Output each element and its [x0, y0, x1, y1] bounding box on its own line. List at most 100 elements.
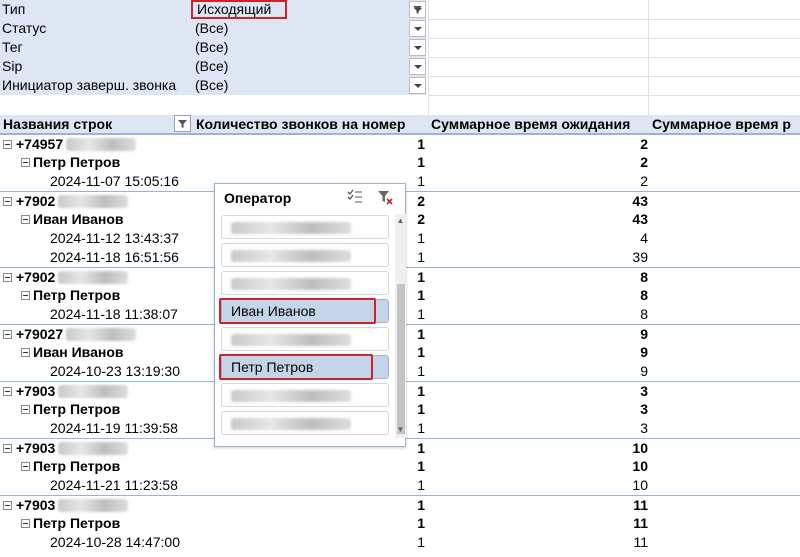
row-label: +7902 [16, 269, 56, 285]
dropdown-arrow-icon[interactable] [409, 39, 426, 56]
collapse-icon[interactable] [21, 215, 30, 224]
redacted-number [58, 499, 128, 512]
wait-time: 11 [633, 515, 648, 531]
redacted-number [66, 138, 136, 151]
dropdown-arrow-icon[interactable] [409, 77, 426, 94]
collapse-icon[interactable] [3, 197, 12, 206]
slicer-item[interactable] [221, 383, 389, 407]
collapse-icon[interactable] [21, 462, 30, 471]
multi-select-icon[interactable] [345, 188, 365, 208]
row-label: +79027 [16, 326, 64, 342]
operator-row[interactable]: Петр Петров 1 11 [0, 514, 800, 533]
row-label: +7903 [16, 440, 56, 456]
dropdown-arrow-icon[interactable] [409, 58, 426, 75]
column-header-talk: Суммарное время р [652, 116, 791, 132]
slicer-item[interactable] [221, 411, 389, 435]
collapse-icon[interactable] [3, 140, 12, 149]
row-label: 2024-11-18 11:38:07 [50, 306, 178, 322]
wait-time: 2 [640, 173, 648, 189]
row-label: +7902 [16, 193, 56, 209]
dropdown-arrow-icon[interactable] [409, 20, 426, 37]
redacted-number [58, 385, 128, 398]
filter-applied-icon[interactable] [409, 1, 426, 18]
row-label: Петр Петров [33, 458, 121, 474]
scrollbar-thumb[interactable] [397, 284, 405, 434]
filter-label: Инициатор заверш. звонка [0, 76, 190, 95]
call-count: 1 [417, 477, 425, 493]
wait-time: 9 [640, 326, 648, 342]
filter-value[interactable]: (Все) [190, 57, 426, 76]
wait-time: 8 [640, 306, 648, 322]
row-label: Иван Иванов [33, 344, 124, 360]
filter-value[interactable]: (Все) [190, 38, 426, 57]
row-label: +7903 [16, 497, 56, 513]
wait-time: 8 [640, 287, 648, 303]
slicer-item[interactable] [221, 271, 389, 295]
call-count: 1 [417, 515, 425, 531]
scroll-up-icon[interactable]: ▲ [395, 215, 406, 226]
filter-row-sip: Sip (Все) [0, 57, 800, 76]
filter-applied-icon[interactable] [174, 115, 191, 132]
row-labels-header: Названия строк [3, 116, 113, 132]
collapse-icon[interactable] [3, 387, 12, 396]
call-count: 1 [417, 154, 425, 170]
clear-filter-icon[interactable] [375, 188, 395, 208]
filter-label: Тег [0, 38, 190, 57]
wait-time: 2 [640, 136, 648, 152]
filter-value[interactable]: (Все) [190, 76, 426, 95]
collapse-icon[interactable] [21, 405, 30, 414]
slicer-item[interactable] [221, 215, 389, 239]
collapse-icon[interactable] [21, 158, 30, 167]
wait-time: 3 [640, 401, 648, 417]
operator-row[interactable]: Петр Петров 1 10 [0, 457, 800, 476]
wait-time: 9 [640, 344, 648, 360]
phone-row[interactable]: +74957 1 2 [0, 134, 800, 153]
collapse-icon[interactable] [3, 501, 12, 510]
wait-time: 43 [632, 211, 648, 227]
redacted-number [58, 271, 128, 284]
filter-value[interactable]: (Все) [190, 19, 426, 38]
slicer-title: Оператор [224, 190, 292, 206]
redacted-number [58, 195, 128, 208]
highlight-box [219, 298, 376, 324]
filter-label: Статус [0, 19, 190, 38]
highlight-box [219, 354, 373, 380]
row-label: +7903 [16, 383, 56, 399]
call-count: 1 [417, 497, 425, 513]
slicer-item[interactable] [221, 243, 389, 267]
scroll-down-icon[interactable]: ▼ [395, 424, 406, 435]
redacted-name [231, 222, 351, 235]
redacted-number [66, 328, 136, 341]
collapse-icon[interactable] [3, 330, 12, 339]
filter-row-tag: Тег (Все) [0, 38, 800, 57]
collapse-icon[interactable] [21, 291, 30, 300]
wait-time: 11 [633, 497, 648, 513]
filter-row-initiator: Инициатор заверш. звонка (Все) [0, 76, 800, 95]
row-label: Иван Иванов [33, 211, 124, 227]
row-label: Петр Петров [33, 154, 121, 170]
wait-time: 39 [632, 249, 648, 265]
filter-label: Sip [0, 57, 190, 76]
wait-time: 11 [633, 534, 648, 550]
call-row[interactable]: 2024-10-28 14:47:00 1 11 [0, 533, 800, 552]
call-count: 1 [417, 458, 425, 474]
filter-value[interactable]: Исходящий [190, 0, 426, 19]
call-count: 1 [417, 136, 425, 152]
row-label: 2024-11-18 16:51:56 [50, 249, 179, 265]
call-row[interactable]: 2024-11-21 11:23:58 1 10 [0, 476, 800, 495]
redacted-name [231, 418, 351, 431]
collapse-icon[interactable] [21, 348, 30, 357]
grid-line [428, 95, 800, 96]
collapse-icon[interactable] [3, 273, 12, 282]
row-label: 2024-11-19 11:39:58 [50, 420, 178, 436]
wait-time: 43 [632, 193, 648, 209]
redacted-number [58, 442, 128, 455]
filter-value-highlight: Исходящий [191, 0, 287, 19]
operator-row[interactable]: Петр Петров 1 2 [0, 153, 800, 172]
redacted-name [231, 390, 351, 403]
phone-row[interactable]: +7903 1 11 [0, 495, 800, 514]
collapse-icon[interactable] [21, 519, 30, 528]
collapse-icon[interactable] [3, 444, 12, 453]
redacted-name [231, 278, 351, 291]
slicer-item[interactable] [221, 327, 389, 351]
